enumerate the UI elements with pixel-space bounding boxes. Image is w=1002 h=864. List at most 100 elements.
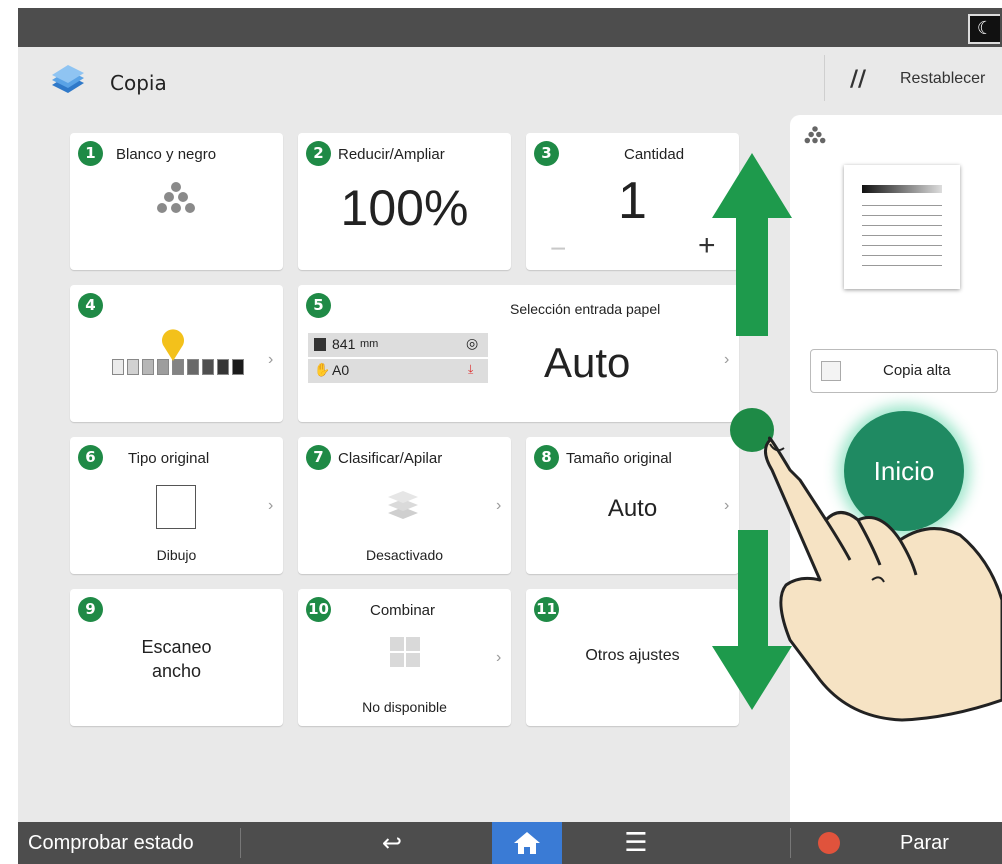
tile-number-6: 6 [78,445,103,470]
bottom-bar: Comprobar estado ↩ ☰ Parar [18,822,1002,864]
moon-icon[interactable]: ☾ [968,14,1000,44]
stack-icon [388,491,418,519]
paper-info-box: 841 mm ◎ ✋ A0 ⤓ [308,333,488,385]
tile-quantity[interactable]: 3 Cantidad 1 − + [526,133,739,270]
app-title: Copia [110,71,167,95]
stop-button[interactable]: Parar [790,822,1002,864]
tile-original-size[interactable]: 8 Tamaño original Auto › [526,437,739,574]
tile-reduce-enlarge[interactable]: 2 Reducir/Ampliar 100% [298,133,511,270]
original-size-value: Auto [607,495,658,522]
quantity-value: 1 [618,172,647,230]
paper-select-label: Selección entrada papel [510,301,661,317]
copy-screen: ☾ Copia // Restablecer 1 Blanco y negro … [18,8,1002,864]
paper-size: A0 [332,362,350,378]
tile-number-3: 3 [534,141,559,166]
start-button[interactable]: Inicio [844,411,964,531]
density-marker-icon [162,329,184,361]
tile-number-7: 7 [306,445,331,470]
original-type-label: Tipo original [128,450,210,467]
tile-number-1: 1 [78,141,103,166]
reduce-enlarge-value: 100% [340,180,469,236]
density-step [127,359,139,375]
tile-density[interactable]: 4 › [70,285,283,422]
combine-grid-icon [390,637,420,667]
chevron-right-icon: › [496,497,502,514]
tile-number-11: 11 [534,597,559,622]
roll-icon [314,338,326,351]
density-step [187,359,199,375]
home-icon [514,832,540,854]
copy-preview-thumbnail [844,165,960,289]
color-mode-label: Blanco y negro [116,146,217,163]
roll-unit: mm [360,338,379,350]
wide-scan-label-line1: Escaneo [141,637,212,657]
tile-color-mode[interactable]: 1 Blanco y negro [70,133,283,270]
hand-tray-icon: ✋ [314,362,331,377]
size-info-row: ✋ A0 ⤓ [308,359,488,383]
chevron-right-icon: › [268,497,274,514]
quantity-minus-button[interactable]: − [550,233,566,265]
reset-slash-icon: // [850,67,867,92]
density-step [112,359,124,375]
tile-number-2: 2 [306,141,331,166]
chevron-right-icon: › [496,649,502,666]
density-step [202,359,214,375]
tile-paper-select[interactable]: 5 Selección entrada papel 841 mm ◎ ✋ A0 … [298,285,739,422]
tile-sort-stack[interactable]: 7 Clasificar/Apilar › Desactivado [298,437,511,574]
tile-other-settings[interactable]: 11 Otros ajustes [526,589,739,726]
combine-value: No disponible [362,699,447,715]
divider [240,828,241,858]
tile-original-type[interactable]: 6 Tipo original › Dibujo [70,437,283,574]
copy-tall-checkbox[interactable]: Copia alta [810,349,998,393]
copy-book-icon [52,65,84,93]
tile-wide-scan[interactable]: 9 Escaneo ancho [70,589,283,726]
toner-dots-icon [804,126,826,144]
chevron-right-icon: › [724,497,730,514]
reset-button[interactable]: // Restablecer [838,61,1002,97]
check-status-button[interactable]: Comprobar estado [18,822,240,864]
density-step [232,359,244,375]
menu-icon[interactable]: ☰ [606,822,666,864]
paper-down-icon: ⤓ [468,362,474,376]
back-arrow-icon[interactable]: ↩ [362,822,422,864]
roll-info-row: 841 mm ◎ [308,333,488,357]
checkbox-icon [821,361,841,381]
quantity-label: Cantidad [624,146,685,163]
paper-select-value: Auto [544,339,631,386]
header-divider [824,55,825,101]
density-scale [112,359,248,375]
density-step [142,359,154,375]
tile-number-9: 9 [78,597,103,622]
combine-label: Combinar [370,602,436,619]
stop-icon [818,832,840,854]
sort-stack-label: Clasificar/Apilar [338,450,443,467]
home-button[interactable] [492,822,562,864]
chevron-right-icon: › [724,351,730,368]
copy-tall-label: Copia alta [883,362,951,379]
reset-label: Restablecer [900,70,986,87]
density-step [172,359,184,375]
other-settings-label: Otros ajustes [585,647,680,664]
density-step [217,359,229,375]
tile-combine[interactable]: 10 Combinar › No disponible [298,589,511,726]
tile-number-8: 8 [534,445,559,470]
roll-width: 841 [332,336,356,352]
tile-number-4: 4 [78,293,103,318]
tile-number-10: 10 [306,597,331,622]
wide-scan-label-line2: ancho [151,661,202,681]
sort-stack-value: Desactivado [365,547,444,563]
stop-label: Parar [900,832,949,854]
roll-feed-icon: ◎ [466,335,479,351]
original-size-label: Tamaño original [566,450,672,467]
app-header: Copia // Restablecer [18,47,1002,109]
quantity-plus-button[interactable]: + [698,229,716,263]
density-step [157,359,169,375]
chevron-right-icon: › [268,351,274,368]
page-icon [156,485,196,529]
top-status-bar: ☾ [18,8,1002,47]
toner-dots-icon [157,182,195,213]
tile-number-5: 5 [306,293,331,318]
right-panel: Copia alta Inicio [790,115,1002,864]
reduce-enlarge-label: Reducir/Ampliar [338,146,445,163]
original-type-value: Dibujo [156,547,197,563]
